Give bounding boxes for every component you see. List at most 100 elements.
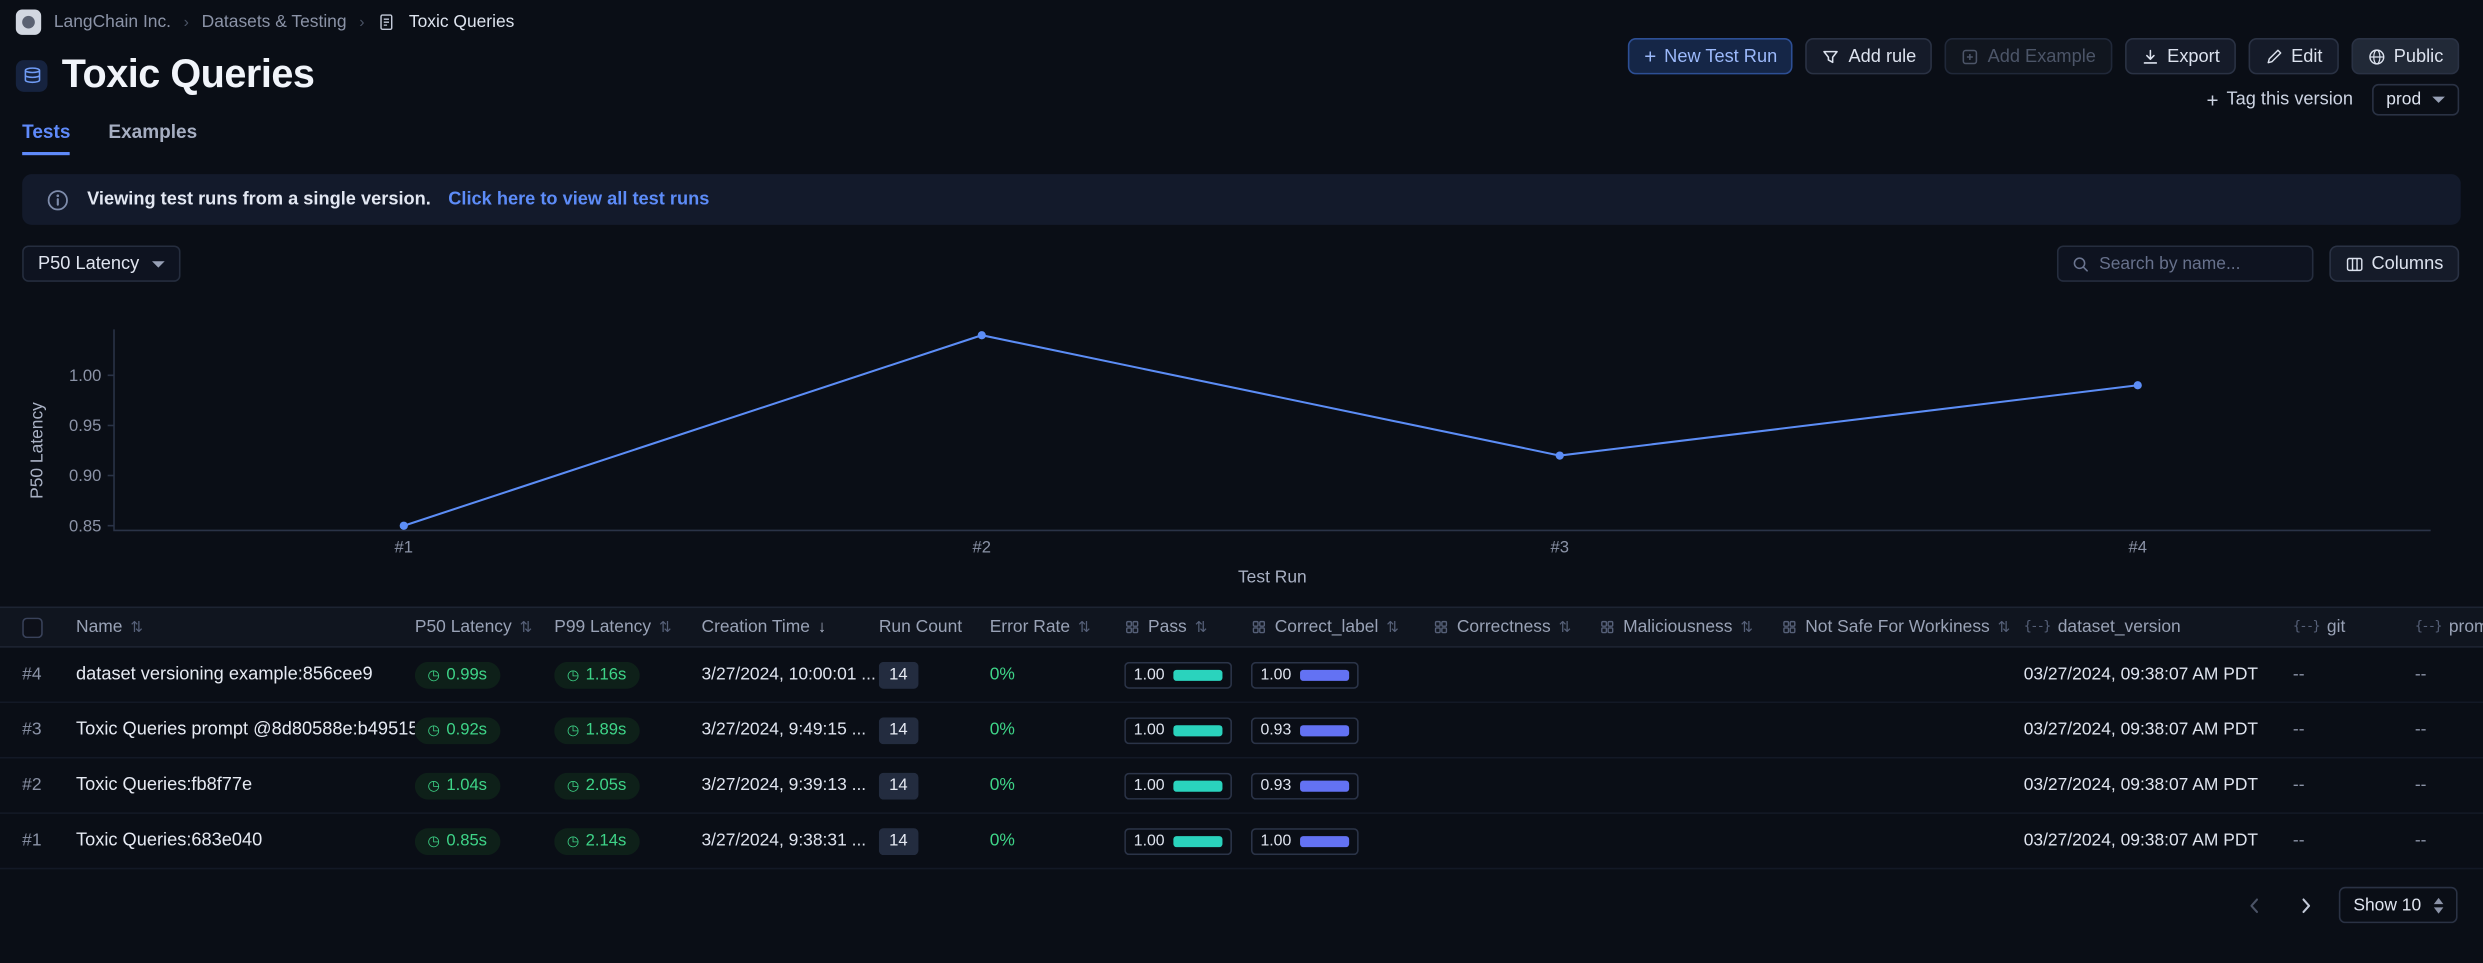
prev-page-button[interactable]: [2238, 888, 2273, 923]
test-run-chart: 1.000.950.900.85#1#2#3#4Test RunP50 Late…: [0, 317, 2483, 599]
col-creation-time[interactable]: Creation Time↓: [701, 618, 878, 637]
clock-icon: ◷: [428, 667, 440, 681]
correct-label-meter: 1.00: [1251, 661, 1359, 688]
dataset-version: 03/27/2024, 09:38:07 AM PDT: [2024, 831, 2293, 850]
p99-latency-pill: ◷1.89s: [554, 717, 639, 744]
add-example-button[interactable]: Add Example: [1945, 38, 2112, 74]
public-button[interactable]: Public: [2351, 38, 2459, 74]
chevron-down-icon: [2432, 97, 2445, 103]
table-body: #4 dataset versioning example:856cee9 ◷0…: [0, 648, 2483, 870]
tab-tests[interactable]: Tests: [22, 120, 70, 155]
row-name[interactable]: Toxic Queries prompt @8d80588e:b495152: [76, 720, 415, 739]
version-dropdown[interactable]: prod: [2372, 84, 2459, 116]
prompt-value: --: [2415, 776, 2483, 795]
git-value: --: [2293, 665, 2415, 684]
feedback-icon: [1433, 619, 1449, 635]
edit-button[interactable]: Edit: [2248, 38, 2338, 74]
sort-icon: ⇅: [1386, 618, 1399, 635]
sort-icon: ⇅: [659, 618, 672, 635]
row-name[interactable]: Toxic Queries:683e040: [76, 831, 415, 850]
clock-icon: ◷: [567, 834, 579, 848]
controls-row: P50 Latency Columns: [22, 245, 2459, 281]
col-not-safe-for-workiness[interactable]: Not Safe For Workiness⇅: [1781, 618, 2023, 637]
metric-selector[interactable]: P50 Latency: [22, 245, 180, 281]
breadcrumb-current: Toxic Queries: [409, 13, 515, 32]
langchain-logo-icon[interactable]: [16, 10, 41, 35]
correct-label-bar: [1300, 780, 1349, 791]
p99-latency-pill: ◷1.16s: [554, 661, 639, 688]
columns-button[interactable]: Columns: [2329, 245, 2459, 281]
correct-label-bar: [1300, 835, 1349, 846]
select-all-checkbox[interactable]: [22, 617, 43, 638]
row-index: #1: [22, 831, 76, 850]
add-rule-button[interactable]: Add rule: [1806, 38, 1932, 74]
banner-link[interactable]: Click here to view all test runs: [448, 190, 709, 209]
col-correct-label[interactable]: Correct_label⇅: [1251, 618, 1433, 637]
svg-text:#2: #2: [973, 538, 991, 557]
search-input[interactable]: [2099, 254, 2299, 273]
banner-text: Viewing test runs from a single version.: [87, 190, 431, 209]
col-git[interactable]: {--}git: [2293, 618, 2415, 637]
new-test-run-button[interactable]: + New Test Run: [1628, 38, 1793, 74]
svg-text:#4: #4: [2128, 538, 2146, 557]
prompt-value: --: [2415, 831, 2483, 850]
breadcrumb: LangChain Inc. › Datasets & Testing › To…: [16, 10, 515, 35]
row-name[interactable]: Toxic Queries:fb8f77e: [76, 776, 415, 795]
p50-latency-pill: ◷1.04s: [415, 772, 500, 799]
dataset-icon: [16, 59, 48, 91]
breadcrumb-section[interactable]: Datasets & Testing: [202, 13, 347, 32]
page-header: Toxic Queries: [16, 52, 315, 98]
col-error-rate[interactable]: Error Rate⇅: [990, 618, 1125, 637]
col-p50-latency[interactable]: P50 Latency⇅: [415, 618, 554, 637]
svg-text:1.00: 1.00: [69, 366, 101, 385]
sort-icon: ⇅: [1559, 618, 1572, 635]
correct-label-bar: [1300, 724, 1349, 735]
git-value: --: [2293, 776, 2415, 795]
info-icon: [46, 188, 70, 212]
sort-icon: ⇅: [1998, 618, 2011, 635]
header-actions: + New Test Run Add rule Add Example Expo…: [1628, 38, 2459, 74]
feedback-icon: [1124, 619, 1140, 635]
pass-meter: 1.00: [1124, 717, 1232, 744]
git-value: --: [2293, 831, 2415, 850]
row-name[interactable]: dataset versioning example:856cee9: [76, 665, 415, 684]
tag-version-button[interactable]: + Tag this version: [2207, 88, 2353, 112]
page-size-selector[interactable]: Show 10: [2339, 887, 2457, 923]
chevron-left-icon: [2244, 894, 2266, 916]
table-row[interactable]: #3 Toxic Queries prompt @8d80588e:b49515…: [0, 703, 2483, 758]
tab-examples[interactable]: Examples: [108, 120, 197, 155]
breadcrumb-org[interactable]: LangChain Inc.: [54, 13, 171, 32]
chevron-right-icon: ›: [184, 13, 189, 30]
col-run-count[interactable]: Run Count: [879, 618, 990, 637]
table-header: Name⇅ P50 Latency⇅ P99 Latency⇅ Creation…: [0, 606, 2483, 647]
search-icon: [2071, 254, 2090, 273]
sort-icon: ⇅: [1195, 618, 1208, 635]
add-example-icon: [1961, 47, 1980, 66]
pass-bar: [1173, 724, 1222, 735]
feedback-icon: [1781, 619, 1797, 635]
svg-text:Test Run: Test Run: [1238, 567, 1307, 587]
col-name[interactable]: Name⇅: [76, 618, 415, 637]
correct-label-meter: 1.00: [1251, 827, 1359, 854]
chevron-down-icon: [152, 260, 165, 266]
chevron-right-icon: ›: [359, 13, 364, 30]
search-box: [2056, 245, 2313, 281]
pass-bar: [1173, 669, 1222, 680]
version-actions: + Tag this version prod: [2207, 84, 2460, 116]
prompt-value: --: [2415, 665, 2483, 684]
col-p99-latency[interactable]: P99 Latency⇅: [554, 618, 701, 637]
col-prompt[interactable]: {--}prompt: [2415, 618, 2483, 637]
col-correctness[interactable]: Correctness⇅: [1433, 618, 1599, 637]
next-page-button[interactable]: [2288, 888, 2323, 923]
export-button[interactable]: Export: [2124, 38, 2235, 74]
clock-icon: ◷: [567, 723, 579, 737]
col-dataset-version[interactable]: {--}dataset_version: [2024, 618, 2293, 637]
table-row[interactable]: #1 Toxic Queries:683e040 ◷0.85s ◷2.14s 3…: [0, 814, 2483, 869]
correct-label-bar: [1300, 669, 1349, 680]
error-rate: 0%: [990, 831, 1125, 850]
col-pass[interactable]: Pass⇅: [1124, 618, 1251, 637]
col-maliciousness[interactable]: Maliciousness⇅: [1599, 618, 1781, 637]
table-row[interactable]: #2 Toxic Queries:fb8f77e ◷1.04s ◷2.05s 3…: [0, 758, 2483, 813]
dataset-doc-icon: [377, 13, 396, 32]
table-row[interactable]: #4 dataset versioning example:856cee9 ◷0…: [0, 648, 2483, 703]
